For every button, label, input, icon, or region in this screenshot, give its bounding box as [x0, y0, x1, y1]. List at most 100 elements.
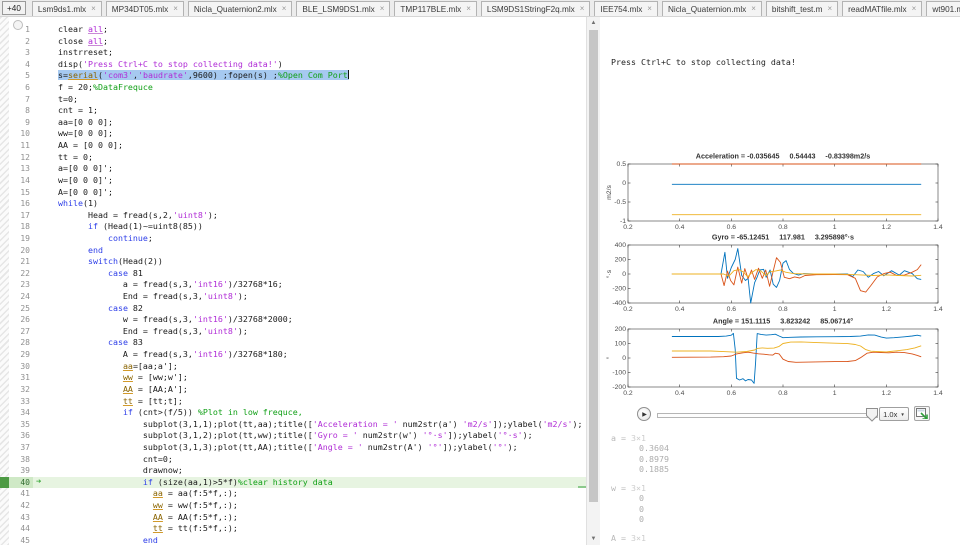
tab-nicla-quaternion2-mlx[interactable]: Nicla_Quaternion2.mlx× [188, 1, 293, 16]
line-number: 36 [9, 430, 33, 442]
play-button[interactable]: ▶ [637, 407, 651, 421]
code-line-45[interactable]: 45 end [0, 535, 586, 545]
variable-value: 0.3604 [611, 443, 669, 453]
code-line-21[interactable]: 21 switch(Head(2)) [0, 256, 586, 268]
tab-label: TMP117BLE.mlx [400, 5, 461, 14]
gutter-edge [0, 407, 9, 419]
code-line-12[interactable]: 12tt = 0; [0, 152, 586, 164]
code-line-22[interactable]: 22 case 81 [0, 268, 586, 280]
code-line-28[interactable]: 28 case 83 [0, 337, 586, 349]
code-line-18[interactable]: 18 if (Head(1)~=uint8(85)) [0, 221, 586, 233]
code-editor[interactable]: 1clear all;2close all;3instrreset;4disp(… [0, 17, 586, 545]
code-line-32[interactable]: 32 AA = [AA;A']; [0, 384, 586, 396]
tab-overflow-count[interactable]: +40 ▼ [2, 1, 26, 15]
close-icon[interactable]: × [91, 5, 96, 13]
line-number: 6 [9, 82, 33, 94]
tab-lsm9ds1stringf2q-mlx[interactable]: LSM9DS1StringF2q.mlx× [481, 1, 591, 16]
tab-iee754-mlx[interactable]: IEE754.mlx× [594, 1, 658, 16]
variable-name: A = [611, 533, 631, 543]
code-line-40[interactable]: 40➔ if (size(aa,1)>5*f)%clear history da… [0, 477, 586, 489]
code-line-17[interactable]: 17 Head = fread(s,2,'uint8'); [0, 210, 586, 222]
tab-bitshift-test-m[interactable]: bitshift_test.m× [766, 1, 838, 16]
code-line-43[interactable]: 43 AA = AA(f:5*f,:); [0, 512, 586, 524]
code-line-8[interactable]: 8cnt = 1; [0, 105, 586, 117]
gutter-edge [0, 361, 9, 373]
code-line-20[interactable]: 20 end [0, 245, 586, 257]
code-line-30[interactable]: 30 aa=[aa;a']; [0, 361, 586, 373]
code-line-15[interactable]: 15A=[0 0 0]'; [0, 187, 586, 199]
scrollbar-thumb[interactable] [589, 30, 598, 502]
code-line-25[interactable]: 25 case 82 [0, 303, 586, 315]
tab-ble-lsm9ds1-mlx[interactable]: BLE_LSM9DS1.mlx× [296, 1, 390, 16]
code-line-39[interactable]: 39 drawnow; [0, 465, 586, 477]
close-icon[interactable]: × [282, 5, 287, 13]
code-line-6[interactable]: 6f = 20;%DataFrequce [0, 82, 586, 94]
code-line-29[interactable]: 29 A = fread(s,3,'int16')/32768*180; [0, 349, 586, 361]
code-line-41[interactable]: 41 aa = aa(f:5*f,:); [0, 488, 586, 500]
acceleration-plot: 0.20.40.60.811.21.40.50-0.5-1Acceleratio… [600, 148, 955, 232]
code-line-23[interactable]: 23 a = fread(s,3,'int16')/32768*16; [0, 279, 586, 291]
playback-speed-dropdown[interactable]: 1.0x ▼ [879, 407, 909, 421]
export-figure-icon [916, 408, 928, 419]
code-text: subplot(3,1,1);plot(tt,aa);title(['Accel… [33, 419, 586, 431]
code-line-38[interactable]: 38 cnt=0; [0, 454, 586, 466]
gutter-edge [0, 117, 9, 129]
code-line-11[interactable]: 11AA = [0 0 0]; [0, 140, 586, 152]
gutter-edge [0, 523, 9, 535]
gutter-edge [0, 279, 9, 291]
code-line-37[interactable]: 37 subplot(3,1,3);plot(tt,AA);title(['An… [0, 442, 586, 454]
code-line-35[interactable]: 35 subplot(3,1,1);plot(tt,aa);title(['Ac… [0, 419, 586, 431]
tab-lsm9ds1-mlx[interactable]: Lsm9ds1.mlx× [32, 1, 102, 16]
code-line-34[interactable]: 34 if (cnt>(f/5)) %Plot in low frequce, [0, 407, 586, 419]
code-line-42[interactable]: 42 ww = ww(f:5*f,:); [0, 500, 586, 512]
code-line-5[interactable]: 5s=serial('com3','baudrate',9600) ;fopen… [0, 70, 586, 82]
close-icon[interactable]: × [827, 5, 832, 13]
line-number: 40 [9, 477, 33, 489]
code-line-36[interactable]: 36 subplot(3,1,2);plot(tt,ww);title(['Gy… [0, 430, 586, 442]
tab-readmatfile-mlx[interactable]: readMATfile.mlx× [842, 1, 922, 16]
close-icon[interactable]: × [912, 5, 917, 13]
code-line-13[interactable]: 13a=[0 0 0]'; [0, 163, 586, 175]
tab-mp34dt05-mlx[interactable]: MP34DT05.mlx × [106, 1, 184, 16]
scroll-up-icon[interactable]: ▲ [587, 17, 600, 29]
editor-scrollbar[interactable]: ▲ ▼ [586, 17, 600, 545]
code-line-26[interactable]: 26 w = fread(s,3,'int16')/32768*2000; [0, 314, 586, 326]
close-icon[interactable]: × [580, 5, 585, 13]
code-line-44[interactable]: 44 tt = tt(f:5*f,:); [0, 523, 586, 535]
code-line-9[interactable]: 9aa=[0 0 0]; [0, 117, 586, 129]
code-line-4[interactable]: 4disp('Press Ctrl+C to stop collecting d… [0, 59, 586, 71]
tab-nicla-quaternion-mlx[interactable]: Nicla_Quaternion.mlx× [662, 1, 762, 16]
code-line-19[interactable]: 19 continue; [0, 233, 586, 245]
code-line-14[interactable]: 14w=[0 0 0]'; [0, 175, 586, 187]
close-icon[interactable]: × [466, 5, 471, 13]
slider-thumb[interactable] [866, 408, 879, 422]
tab-label: MP34DT05.mlx [112, 5, 168, 14]
tab-label: wt901.mlx * [932, 5, 960, 14]
console-output-message: Press Ctrl+C to stop collecting data! [611, 57, 796, 67]
code-line-16[interactable]: 16while(1) [0, 198, 586, 210]
code-text: clear all; [33, 24, 586, 36]
code-line-7[interactable]: 7t=0; [0, 94, 586, 106]
tab-wt901-mlx-[interactable]: wt901.mlx *× [926, 1, 960, 16]
svg-text:1.2: 1.2 [882, 390, 892, 397]
scroll-down-icon[interactable]: ▼ [587, 533, 600, 545]
close-icon[interactable]: × [647, 5, 652, 13]
tab-tmp117ble-mlx[interactable]: TMP117BLE.mlx × [394, 1, 477, 16]
variable-value: 0 [611, 504, 669, 514]
timeline-slider[interactable] [657, 413, 878, 418]
close-icon[interactable]: × [173, 5, 178, 13]
code-line-27[interactable]: 27 End = fread(s,3,'uint8'); [0, 326, 586, 338]
code-line-3[interactable]: 3instrreset; [0, 47, 586, 59]
close-icon[interactable]: × [380, 5, 385, 13]
code-line-1[interactable]: 1clear all; [0, 24, 586, 36]
code-line-31[interactable]: 31 ww = [ww;w']; [0, 372, 586, 384]
svg-text:0.8: 0.8 [778, 390, 788, 397]
code-line-33[interactable]: 33 tt = [tt;t]; [0, 396, 586, 408]
code-text: subplot(3,1,2);plot(tt,ww);title(['Gyro … [33, 430, 586, 442]
close-icon[interactable]: × [751, 5, 756, 13]
code-line-10[interactable]: 10ww=[0 0 0]; [0, 128, 586, 140]
code-line-24[interactable]: 24 End = fread(s,3,'uint8'); [0, 291, 586, 303]
code-text: a=[0 0 0]'; [33, 163, 586, 175]
code-line-2[interactable]: 2close all; [0, 36, 586, 48]
open-in-figure-button[interactable] [914, 406, 930, 421]
